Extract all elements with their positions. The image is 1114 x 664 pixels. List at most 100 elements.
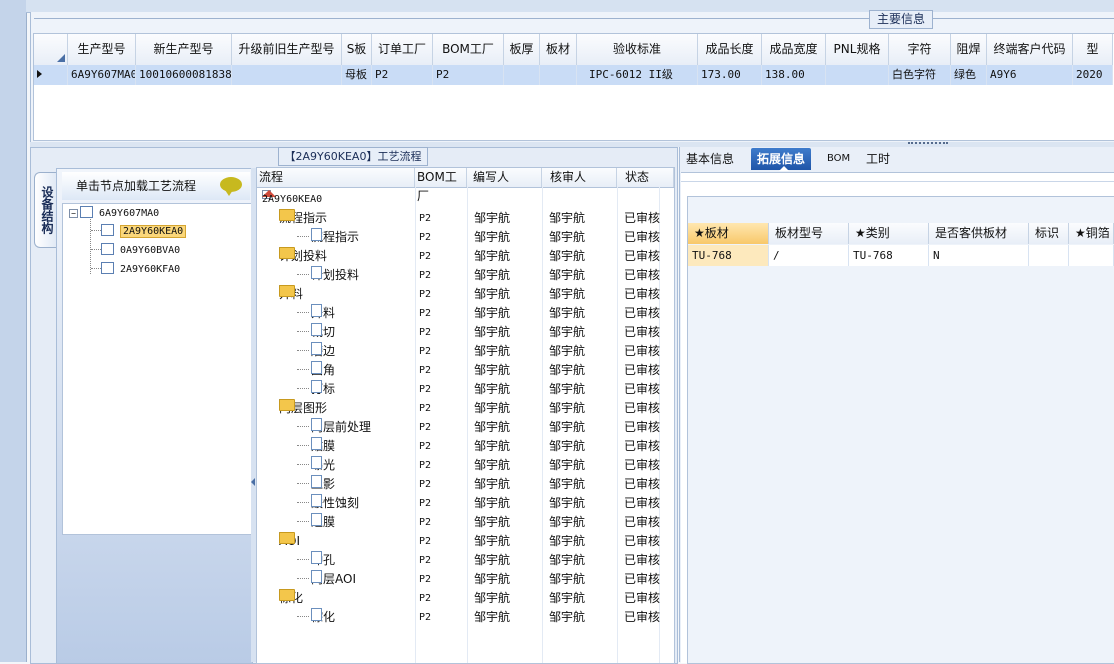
cell[interactable]: 2020	[1073, 65, 1113, 85]
cell-status[interactable]: 已审核	[624, 532, 660, 551]
cell[interactable]: IPC-6012 II级	[577, 65, 698, 85]
cell-status[interactable]: 已审核	[624, 380, 660, 399]
process-node[interactable]: 裁切	[297, 323, 335, 342]
tree-node-selected[interactable]: 2A9Y60KEA0	[91, 223, 187, 241]
cell[interactable]	[1029, 245, 1069, 266]
cell-writer[interactable]: 邹宇航	[474, 399, 510, 418]
cell-bom[interactable]: P2	[419, 418, 431, 437]
cell-bom[interactable]: P2	[419, 361, 431, 380]
table-row[interactable]: −AOI P2 邹宇航 邹宇航 已审核	[257, 532, 674, 551]
process-node[interactable]: −内层图形	[279, 399, 327, 418]
table-row[interactable]: 裁切 P2 邹宇航 邹宇航 已审核	[257, 323, 674, 342]
cell-reviewer[interactable]: 邹宇航	[549, 551, 585, 570]
cell-status[interactable]: 已审核	[624, 304, 660, 323]
tab-equipment-structure[interactable]: 设备结构	[34, 172, 57, 248]
table-row[interactable]: 圆角 P2 邹宇航 邹宇航 已审核	[257, 361, 674, 380]
col-header[interactable]: 编写人	[467, 168, 542, 187]
cell-bom[interactable]: P2	[419, 608, 431, 627]
col-header[interactable]: 板材	[540, 34, 577, 65]
cell-status[interactable]: 已审核	[624, 323, 660, 342]
cell-reviewer[interactable]: 邹宇航	[549, 513, 585, 532]
col-header[interactable]: ★铜箔	[1069, 223, 1114, 244]
col-header[interactable]: 标识	[1029, 223, 1069, 244]
col-header[interactable]: 新生产型号	[136, 34, 232, 65]
tab-work-hours[interactable]: 工时	[866, 148, 890, 170]
cell-status[interactable]: 已审核	[624, 418, 660, 437]
process-node[interactable]: 流程指示	[297, 228, 359, 247]
cell-reviewer[interactable]: 邹宇航	[549, 418, 585, 437]
col-header[interactable]: ★板材	[688, 223, 769, 244]
cell-reviewer[interactable]: 邹宇航	[549, 361, 585, 380]
cell-reviewer[interactable]: 邹宇航	[549, 228, 585, 247]
table-row[interactable]: 开料 P2 邹宇航 邹宇航 已审核	[257, 304, 674, 323]
col-header[interactable]: 是否客供板材	[929, 223, 1029, 244]
cell-bom[interactable]: P2	[419, 551, 431, 570]
col-header[interactable]: 阻焊	[951, 34, 987, 65]
cell-status[interactable]: 已审核	[624, 570, 660, 589]
process-node[interactable]: 计划投料	[297, 266, 359, 285]
cell[interactable]: 173.00	[698, 65, 762, 85]
process-node[interactable]: 退膜	[297, 513, 335, 532]
cell-bom[interactable]: P2	[419, 399, 431, 418]
process-node[interactable]: 冲孔	[297, 551, 335, 570]
cell-reviewer[interactable]: 邹宇航	[549, 342, 585, 361]
process-node[interactable]: 贴膜	[297, 437, 335, 456]
table-row[interactable]: −开料 P2 邹宇航 邹宇航 已审核	[257, 285, 674, 304]
process-node[interactable]: −计划投料	[279, 247, 327, 266]
cell-reviewer[interactable]: 邹宇航	[549, 437, 585, 456]
table-row[interactable]: 酸性蚀刻 P2 邹宇航 邹宇航 已审核	[257, 494, 674, 513]
process-node[interactable]: 磨边	[297, 342, 335, 361]
cell-writer[interactable]: 邹宇航	[474, 361, 510, 380]
process-node[interactable]: 打标	[297, 380, 335, 399]
table-row[interactable]: 流程指示 P2 邹宇航 邹宇航 已审核	[257, 228, 674, 247]
cell[interactable]: 10010600081838	[136, 65, 232, 85]
cell-writer[interactable]: 邹宇航	[474, 589, 510, 608]
cell-reviewer[interactable]: 邹宇航	[549, 475, 585, 494]
cell-reviewer[interactable]: 邹宇航	[549, 266, 585, 285]
cell-writer[interactable]: 邹宇航	[474, 513, 510, 532]
table-row[interactable]: 磨边 P2 邹宇航 邹宇航 已审核	[257, 342, 674, 361]
cell[interactable]: P2	[372, 65, 433, 85]
cell-writer[interactable]: 邹宇航	[474, 570, 510, 589]
cell[interactable]: TU-768	[688, 245, 769, 266]
table-row[interactable]: −流程指示 P2 邹宇航 邹宇航 已审核	[257, 209, 674, 228]
table-row[interactable]: 曝光 P2 邹宇航 邹宇航 已审核	[257, 456, 674, 475]
tab-basic-info[interactable]: 基本信息	[686, 148, 734, 170]
col-header[interactable]: 验收标准	[577, 34, 698, 65]
cell-reviewer[interactable]: 邹宇航	[549, 285, 585, 304]
cell-status[interactable]: 已审核	[624, 399, 660, 418]
cell-writer[interactable]: 邹宇航	[474, 608, 510, 627]
cell-bom[interactable]: P2	[419, 342, 431, 361]
col-header[interactable]: S板	[342, 34, 372, 65]
cell-writer[interactable]: 邹宇航	[474, 304, 510, 323]
cell[interactable]: /	[769, 245, 849, 266]
col-header[interactable]: 生产型号	[68, 34, 136, 65]
cell[interactable]	[540, 65, 577, 85]
col-header[interactable]: 板材型号	[769, 223, 849, 244]
cell-bom[interactable]: P2	[419, 532, 431, 551]
cell-bom[interactable]: P2	[419, 323, 431, 342]
cell-bom[interactable]: P2	[419, 247, 431, 266]
process-node[interactable]: −流程指示	[279, 209, 327, 228]
cell-writer[interactable]: 邹宇航	[474, 380, 510, 399]
table-row[interactable]: 显影 P2 邹宇航 邹宇航 已审核	[257, 475, 674, 494]
collapse-icon[interactable]: −	[69, 209, 78, 218]
col-header[interactable]: 升级前旧生产型号	[232, 34, 342, 65]
cell-writer[interactable]: 邹宇航	[474, 209, 510, 228]
table-row[interactable]: 贴膜 P2 邹宇航 邹宇航 已审核	[257, 437, 674, 456]
process-node[interactable]: 酸性蚀刻	[297, 494, 359, 513]
cell-writer[interactable]: 邹宇航	[474, 475, 510, 494]
cell-bom[interactable]: P2	[419, 285, 431, 304]
tab-bom[interactable]: BOM	[827, 148, 850, 170]
cell[interactable]: 母板	[342, 65, 372, 85]
cell-status[interactable]: 已审核	[624, 494, 660, 513]
col-header[interactable]: 成品长度	[698, 34, 762, 65]
process-node[interactable]: 圆角	[297, 361, 335, 380]
cell-status[interactable]: 已审核	[624, 475, 660, 494]
process-node[interactable]: 内层AOI	[297, 570, 356, 589]
table-row[interactable]: −计划投料 P2 邹宇航 邹宇航 已审核	[257, 247, 674, 266]
cell-writer[interactable]: 邹宇航	[474, 456, 510, 475]
cell-reviewer[interactable]: 邹宇航	[549, 209, 585, 228]
cell-writer[interactable]: 邹宇航	[474, 228, 510, 247]
cell-writer[interactable]: 邹宇航	[474, 285, 510, 304]
